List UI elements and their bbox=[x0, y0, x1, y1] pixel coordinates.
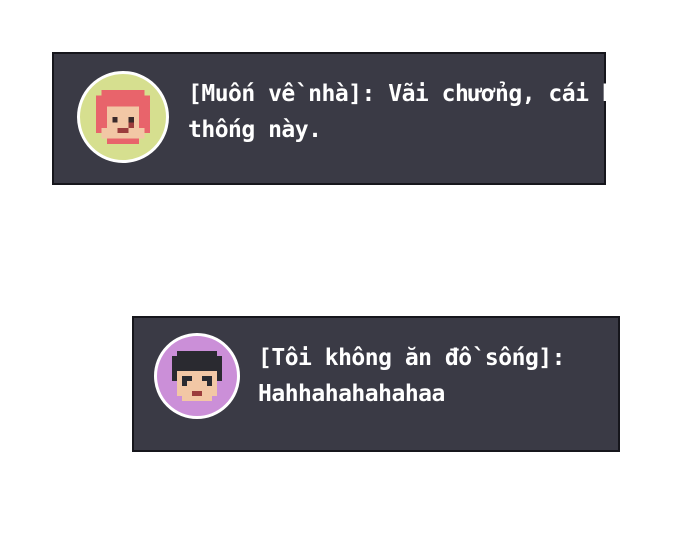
message-line-2: Hahhahahahahaa bbox=[258, 381, 445, 407]
message-text-2: [Tôi không ăn đồ sống]: Hahhahahahahaa bbox=[258, 340, 608, 412]
chat-message-2: [Tôi không ăn đồ sống]: Hahhahahahahaa bbox=[132, 316, 620, 452]
sender-name: [Tôi không ăn đồ sống]: bbox=[258, 345, 566, 371]
chat-message-1: [Muốn về nhà]: Vãi chưởng, cái hệ thống … bbox=[52, 52, 629, 185]
message-body-part: Vãi chưởng, cái hệ bbox=[388, 81, 629, 107]
black-hair-avatar-icon bbox=[154, 333, 240, 419]
red-hair-girl-avatar-icon bbox=[77, 71, 169, 163]
sender-name: [Muốn về nhà]: bbox=[188, 81, 375, 107]
message-line-2: thống này. bbox=[188, 117, 322, 143]
message-line-1: [Muốn về nhà]: Vãi chưởng, cái hệ bbox=[188, 76, 629, 112]
message-text-1: [Muốn về nhà]: Vãi chưởng, cái hệ thống … bbox=[188, 76, 629, 148]
